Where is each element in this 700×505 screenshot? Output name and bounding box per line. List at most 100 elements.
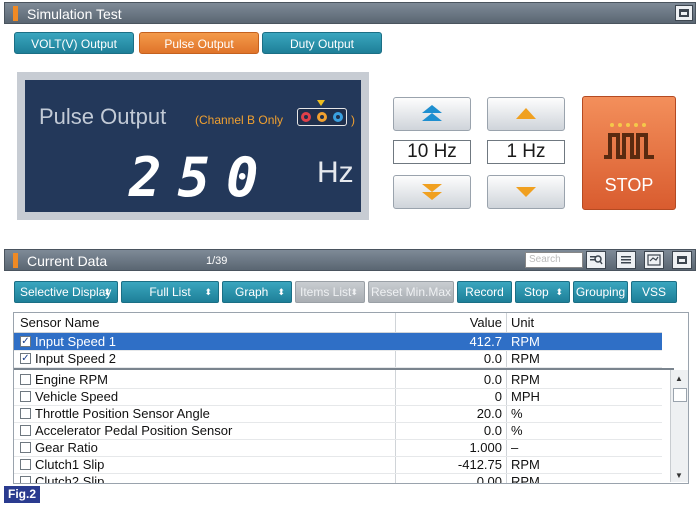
flag-icon (13, 253, 18, 268)
sensor-data-grid: Sensor Name Value Unit ✓ Input Speed 1 4… (13, 312, 689, 484)
row-checkbox[interactable] (20, 391, 31, 402)
selective-display-dropdown[interactable]: Selective Display ⬍ (14, 281, 118, 303)
stop-dropdown[interactable]: Stop ⬍ (515, 281, 570, 303)
channel-note-close: ) (351, 113, 355, 127)
tab-duty-output[interactable]: Duty Output (262, 32, 382, 54)
scroll-down-icon[interactable]: ▼ (675, 471, 683, 480)
channel-selected-marker-icon (317, 100, 325, 106)
output-value: 250 (129, 146, 275, 209)
stop-dropdown-label: Stop (524, 285, 549, 299)
tab-volt-output[interactable]: VOLT(V) Output (14, 32, 134, 54)
channel-a-port-icon (301, 112, 311, 122)
table-row[interactable]: Gear Ratio 1.000 – (14, 439, 662, 457)
table-row[interactable]: Throttle Position Sensor Angle 20.0 % (14, 405, 662, 423)
table-row[interactable]: ✓ Input Speed 2 0.0 RPM (14, 350, 662, 368)
sensor-unit: % (511, 406, 523, 421)
tab-pulse-output[interactable]: Pulse Output (139, 32, 259, 54)
table-row[interactable]: ✓ Input Speed 1 412.7 RPM (14, 333, 662, 351)
double-chevron-down-icon (422, 184, 442, 200)
record-button[interactable]: Record (457, 281, 512, 303)
items-list-dropdown[interactable]: Items List ⬍ (295, 281, 365, 303)
column-sensor-name[interactable]: Sensor Name (20, 313, 99, 332)
simulation-test-titlebar: Simulation Test (4, 2, 696, 24)
sensor-value: 20.0 (476, 406, 502, 421)
table-row[interactable]: Accelerator Pedal Position Sensor 0.0 % (14, 422, 662, 440)
reset-minmax-button[interactable]: Reset Min.Max (368, 281, 454, 303)
chevron-down-icon (516, 187, 536, 197)
sensor-value: 1.000 (469, 440, 502, 455)
sensor-unit: RPM (511, 474, 540, 484)
output-unit: Hz (317, 156, 354, 189)
sensor-value: 0.0 (483, 372, 502, 387)
figure-label: Fig.2 (4, 486, 41, 503)
row-checkbox[interactable] (20, 476, 31, 483)
sensor-value: 412.7 (469, 334, 502, 349)
maximize-icon (677, 256, 687, 264)
double-chevron-up-icon (422, 105, 442, 121)
table-row[interactable]: Vehicle Speed 0 MPH (14, 388, 662, 406)
list-view-button[interactable] (616, 251, 636, 269)
search-button[interactable] (586, 251, 606, 269)
maximize-button[interactable] (675, 5, 693, 21)
updown-icon: ⬍ (350, 287, 358, 297)
sensor-name: Accelerator Pedal Position Sensor (35, 423, 233, 438)
fine-increase-button[interactable] (487, 97, 565, 131)
coarse-step-value: 10 Hz (393, 140, 471, 164)
fine-step-value: 1 Hz (487, 140, 565, 164)
pinned-split (14, 368, 674, 370)
chevron-up-icon (516, 108, 536, 119)
sensor-name: Gear Ratio (35, 440, 98, 455)
row-checkbox[interactable] (20, 442, 31, 453)
column-unit[interactable]: Unit (511, 313, 534, 332)
column-value[interactable]: Value (470, 313, 502, 332)
table-row[interactable]: Engine RPM 0.0 RPM (14, 371, 662, 389)
fine-decrease-button[interactable] (487, 175, 565, 209)
sensor-name: Input Speed 2 (35, 351, 116, 366)
window-title: Simulation Test (27, 6, 122, 22)
display-screen: Pulse Output (Channel B Only ) 250 Hz (25, 80, 361, 212)
full-list-dropdown[interactable]: Full List ⬍ (121, 281, 219, 303)
scroll-up-icon[interactable]: ▲ (675, 374, 683, 383)
maximize-data-button[interactable] (672, 251, 692, 269)
row-checkbox[interactable]: ✓ (20, 336, 31, 347)
pulse-wave-icon (604, 123, 654, 159)
sensor-unit: % (511, 423, 523, 438)
sensor-unit: MPH (511, 389, 540, 404)
display-label: Pulse Output (39, 104, 167, 129)
apply-icon (647, 254, 661, 266)
current-data-title: Current Data (27, 253, 108, 269)
item-counter: 1/39 (206, 255, 228, 267)
scrollbar-thumb[interactable] (673, 388, 687, 402)
stop-label: STOP (604, 175, 654, 195)
graph-dropdown[interactable]: Graph ⬍ (222, 281, 292, 303)
apply-button[interactable] (644, 251, 664, 269)
stop-output-button[interactable]: STOP (582, 96, 676, 210)
sensor-unit: RPM (511, 372, 540, 387)
row-checkbox[interactable]: ✓ (20, 353, 31, 364)
updown-icon: ⬍ (555, 287, 563, 297)
sensor-name: Clutch1 Slip (35, 457, 105, 472)
items-list-label: Items List (300, 285, 352, 299)
grouping-button[interactable]: Grouping (573, 281, 628, 303)
channel-b-port-icon (317, 112, 327, 122)
channel-ports-icon (297, 108, 347, 126)
row-checkbox[interactable] (20, 408, 31, 419)
pulse-output-display: Pulse Output (Channel B Only ) 250 Hz (17, 72, 369, 220)
coarse-increase-button[interactable] (393, 97, 471, 131)
sensor-unit: RPM (511, 457, 540, 472)
row-checkbox[interactable] (20, 374, 31, 385)
row-checkbox[interactable] (20, 425, 31, 436)
flag-icon (13, 6, 18, 21)
channel-c-port-icon (333, 112, 343, 122)
search-input[interactable]: Search (525, 252, 583, 268)
sensor-name: Input Speed 1 (35, 334, 116, 349)
sensor-value: 0.0 (483, 423, 502, 438)
table-row[interactable]: Clutch1 Slip -412.75 RPM (14, 456, 662, 474)
vss-button[interactable]: VSS (631, 281, 677, 303)
vertical-scrollbar[interactable]: ▲ ▼ (670, 370, 688, 482)
row-checkbox[interactable] (20, 459, 31, 470)
updown-icon: ⬍ (277, 287, 285, 297)
table-row[interactable]: Clutch2 Slip 0.00 RPM (14, 473, 662, 484)
grid-header: Sensor Name Value Unit (14, 313, 662, 333)
coarse-decrease-button[interactable] (393, 175, 471, 209)
